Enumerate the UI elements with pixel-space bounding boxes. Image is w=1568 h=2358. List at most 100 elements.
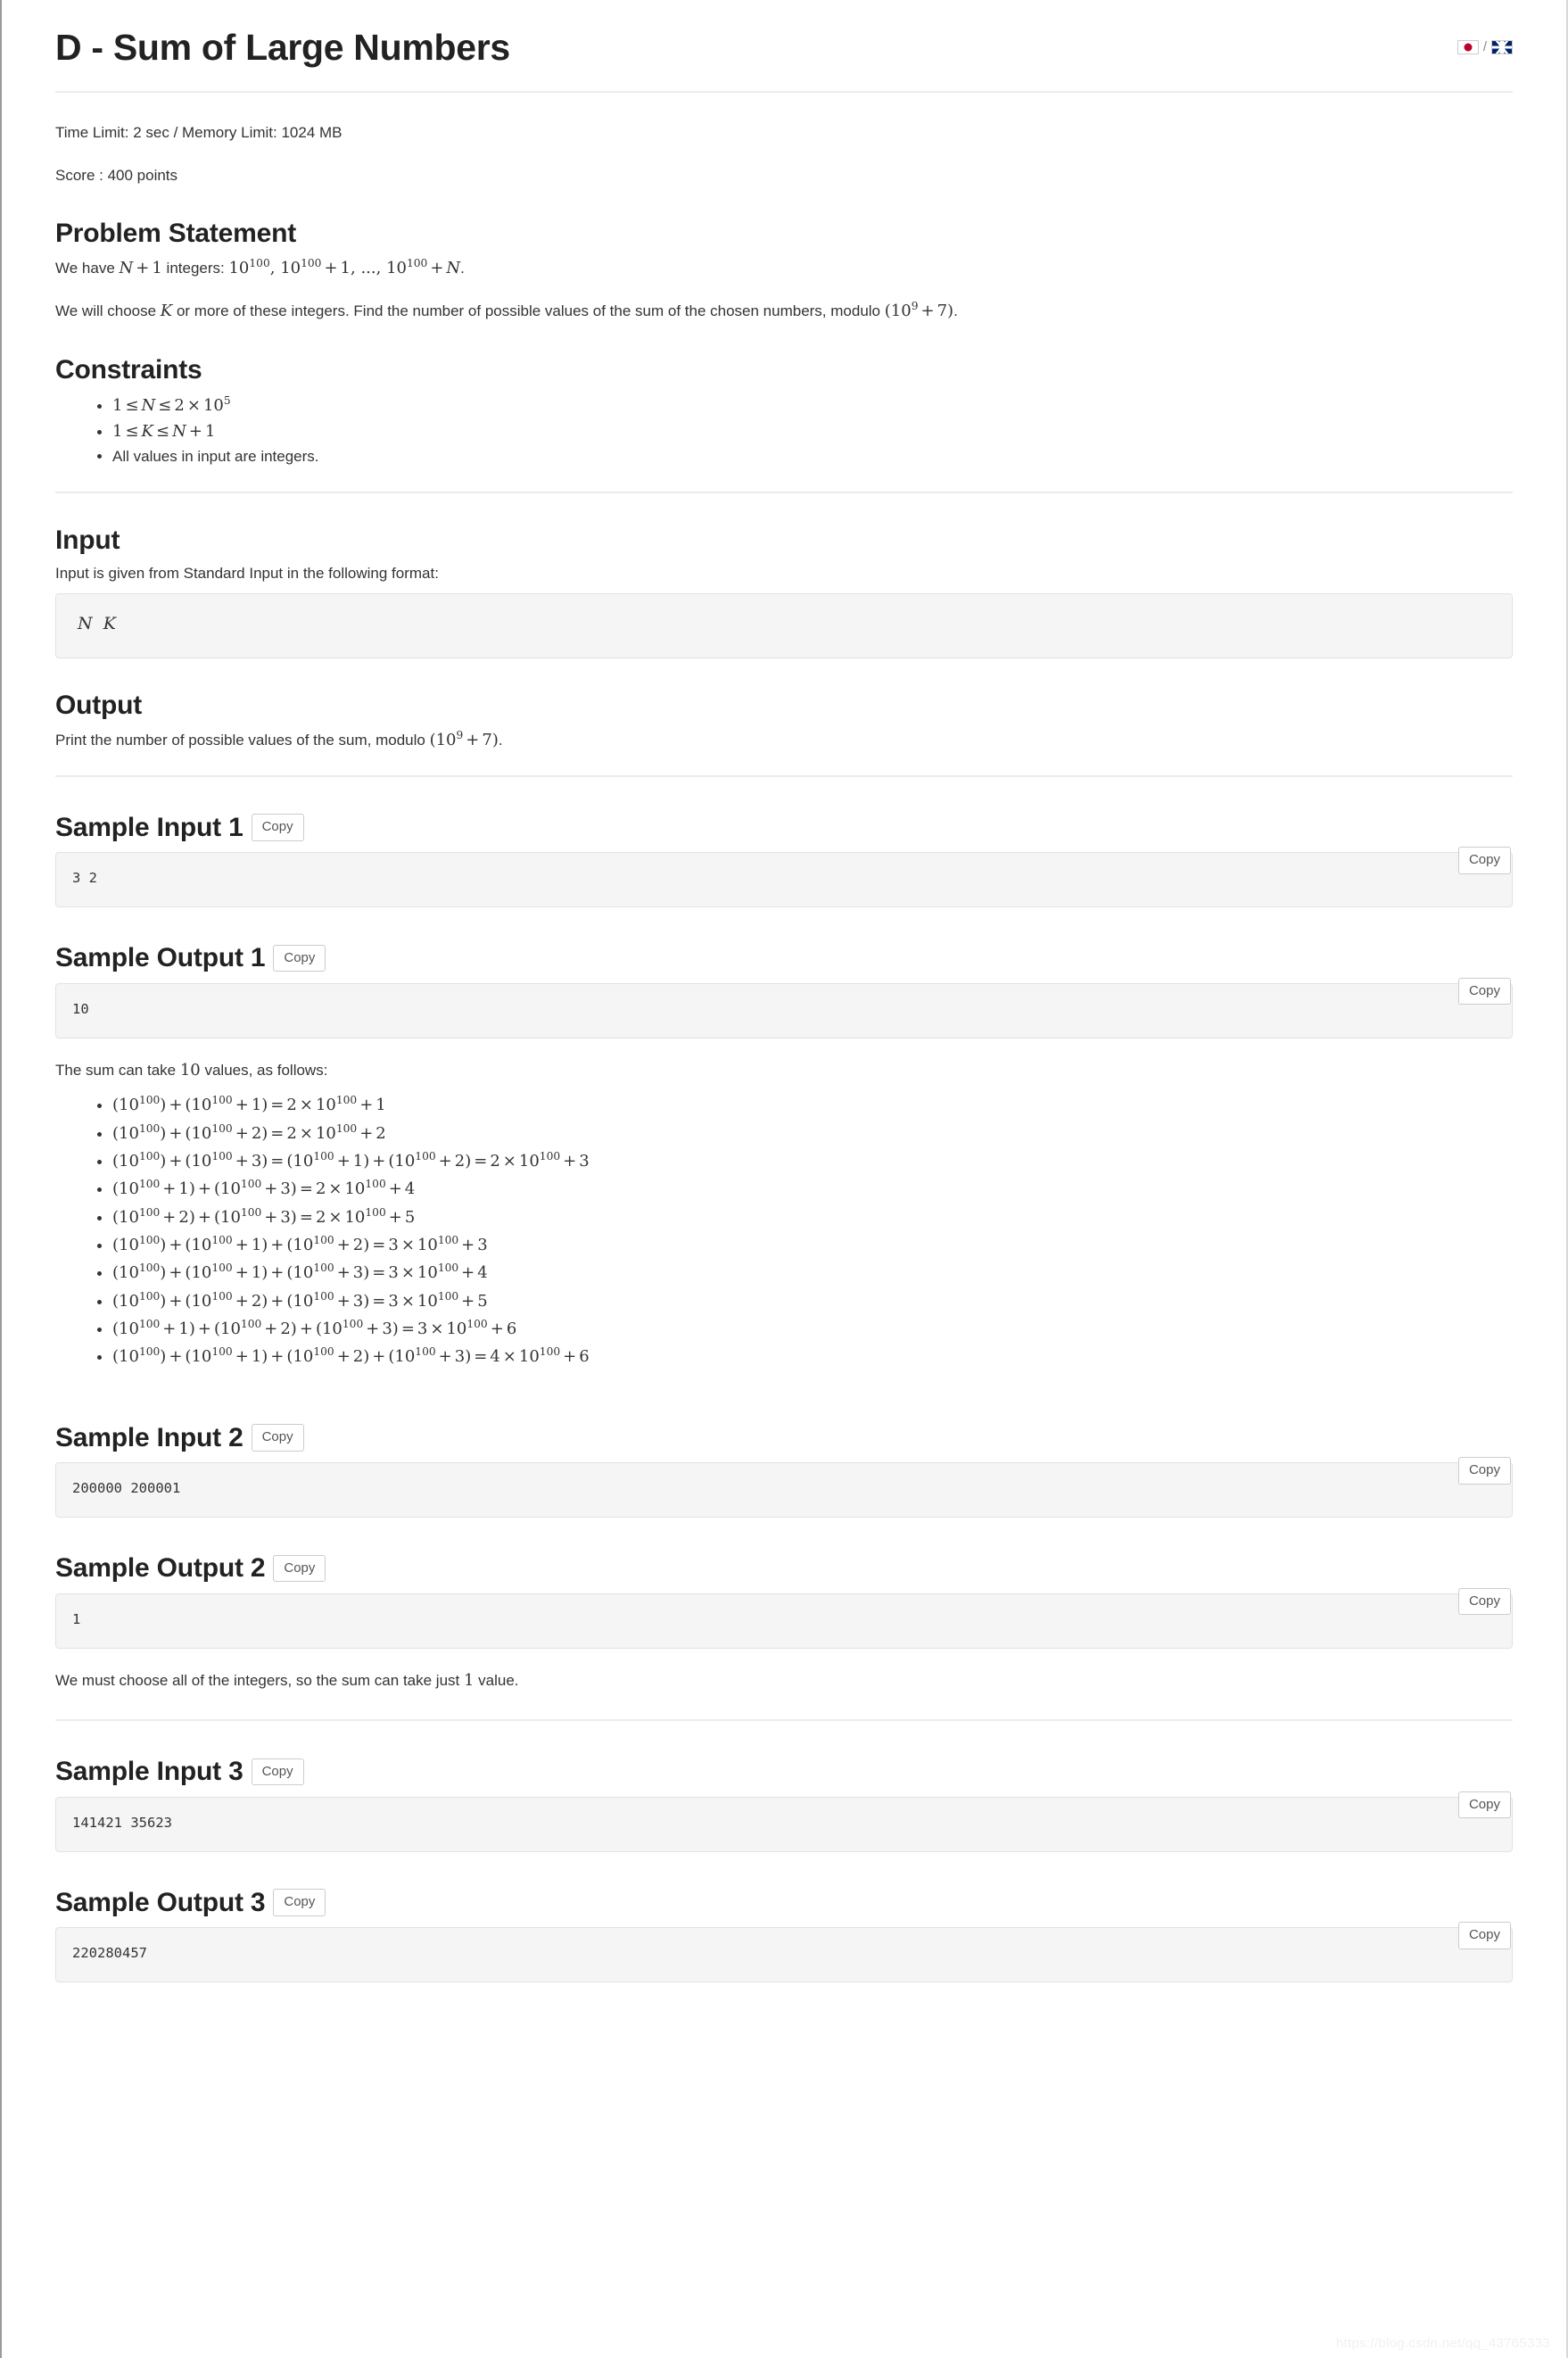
lang-separator: / xyxy=(1482,39,1487,54)
ps2-math-k: K xyxy=(160,301,173,320)
equation-item: (10100)+(10100+2)+(10100+3)=3×10100+5 xyxy=(112,1287,1513,1315)
copy-overlay-sample-input-3-button[interactable]: Copy xyxy=(1457,1791,1511,1819)
sample-output-2-label: Sample Output 2 xyxy=(55,1553,266,1584)
ps-math-n-plus-1: N +1 xyxy=(119,258,162,277)
ps-math-sequence: 10100, 10100 +1, ..., 10100 + N xyxy=(228,256,461,277)
sample-input-3-block: 141421 35623 Copy xyxy=(55,1791,1513,1852)
output-math-modulo: (109 +7) xyxy=(429,728,499,749)
copy-overlay-sample-input-2-button[interactable]: Copy xyxy=(1457,1457,1511,1485)
exp1-count: 10 xyxy=(179,1060,201,1080)
constraints-heading: Constraints xyxy=(55,355,202,385)
sample-input-1-heading: Sample Input 1 Copy xyxy=(55,811,1513,845)
input-format-code: N K xyxy=(55,592,1513,659)
ps-text-1: We have xyxy=(55,259,120,277)
sample-input-3-code: 141421 35623 xyxy=(55,1796,1513,1852)
equation-item: (10100)+(10100+2)=2×10100+2 xyxy=(112,1120,1513,1147)
copy-sample-output-2-button[interactable]: Copy xyxy=(273,1554,326,1583)
equation-item: (10100)+(10100+1)+(10100+3)=3×10100+4 xyxy=(112,1259,1513,1287)
sample-1-explanation: The sum can take 10 values, as follows: xyxy=(55,1058,1513,1083)
constraint-item-3: All values in input are integers. xyxy=(112,444,1513,469)
output-text-1: Print the number of possible values of t… xyxy=(55,731,430,749)
output-text-2: . xyxy=(498,731,503,749)
sample-2-divider xyxy=(55,1719,1513,1722)
exp2-text-1: We must choose all of the integers, so t… xyxy=(55,1671,464,1689)
sample-input-2-code: 200000 200001 xyxy=(55,1462,1513,1518)
copy-overlay-sample-output-3-button[interactable]: Copy xyxy=(1457,1922,1511,1949)
equation-item: (10100)+(10100+1)+(10100+2)+(10100+3)=4×… xyxy=(112,1343,1513,1370)
input-format-n: N xyxy=(78,613,93,633)
input-format-block: N K xyxy=(55,592,1513,659)
constraints-list: 1≤N≤2×105 1≤K≤N+1 All values in input ar… xyxy=(55,393,1513,469)
ps2-text-2: or more of these integers. Find the numb… xyxy=(172,302,885,319)
exp2-count: 1 xyxy=(463,1670,475,1690)
copy-overlay-sample-output-1-button[interactable]: Copy xyxy=(1457,977,1511,1005)
input-heading: Input xyxy=(55,525,120,555)
equation-list: (10100)+(10100+1)=2×10100+1(10100)+(1010… xyxy=(55,1091,1513,1370)
copy-sample-output-1-button[interactable]: Copy xyxy=(273,944,326,972)
output-description: Print the number of possible values of t… xyxy=(55,728,1513,753)
ps2-math-modulo: (109 +7) xyxy=(884,299,954,320)
constraint-math-n-range: 1 ≤ N ≤2 × 105 xyxy=(112,393,231,415)
sample-2-explanation: We must choose all of the integers, so t… xyxy=(55,1668,1513,1693)
sample-input-1-label: Sample Input 1 xyxy=(55,812,243,842)
copy-overlay-sample-input-1-button[interactable]: Copy xyxy=(1457,847,1511,874)
sample-output-2-block: 1 Copy xyxy=(55,1587,1513,1649)
ps2-text-3: . xyxy=(953,302,958,319)
sample-output-1-block: 10 Copy xyxy=(55,977,1513,1038)
sample-output-1-heading: Sample Output 1 Copy xyxy=(55,941,1513,975)
sample-output-2-code: 1 xyxy=(55,1593,1513,1649)
equation-item: (10100+1)+(10100+2)+(10100+3)=3×10100+6 xyxy=(112,1315,1513,1343)
sample-output-2-heading: Sample Output 2 Copy xyxy=(55,1551,1513,1585)
sample-input-2-block: 200000 200001 Copy xyxy=(55,1457,1513,1518)
equation-item: (10100+2)+(10100+3)=2×10100+5 xyxy=(112,1204,1513,1231)
problem-page: D - Sum of Large Numbers / Time Limit: 2… xyxy=(2,0,1566,2009)
constraints-divider xyxy=(55,491,1513,493)
sample-input-2-heading: Sample Input 2 Copy xyxy=(55,1421,1513,1455)
exp1-text-2: values, as follows: xyxy=(200,1061,328,1079)
copy-overlay-sample-output-2-button[interactable]: Copy xyxy=(1457,1587,1511,1616)
flag-uk-icon[interactable] xyxy=(1491,39,1513,54)
problem-statement-para-1: We have N +1 integers: 10100, 10100 +1, ..… xyxy=(55,256,1513,281)
copy-sample-input-3-button[interactable]: Copy xyxy=(251,1758,304,1786)
flag-japan-icon[interactable] xyxy=(1457,39,1479,54)
input-format-k: K xyxy=(103,613,116,633)
exp2-text-2: value. xyxy=(474,1671,519,1689)
equation-item: (10100)+(10100+1)=2×10100+1 xyxy=(112,1091,1513,1119)
watermark: https://blog.csdn.net/qq_43765333 xyxy=(1335,2336,1550,2351)
problem-statement-heading: Problem Statement xyxy=(55,219,296,249)
sample-input-1-code: 3 2 xyxy=(55,852,1513,908)
constraint-item-2: 1≤K≤N+1 xyxy=(112,418,1513,444)
exp1-text-1: The sum can take xyxy=(55,1061,180,1079)
output-heading: Output xyxy=(55,691,143,721)
sample-output-3-block: 220280457 Copy xyxy=(55,1922,1513,1983)
sample-output-1-code: 10 xyxy=(55,982,1513,1038)
ps-text-2: integers: xyxy=(161,259,229,277)
ps2-text-1: We will choose xyxy=(55,302,161,319)
copy-sample-input-2-button[interactable]: Copy xyxy=(251,1424,304,1452)
score-text: Score : 400 points xyxy=(55,166,178,184)
equation-item: (10100)+(10100+3)=(10100+1)+(10100+2)=2×… xyxy=(112,1147,1513,1175)
equation-item: (10100)+(10100+1)+(10100+2)=3×10100+3 xyxy=(112,1231,1513,1259)
sample-input-1-block: 3 2 Copy xyxy=(55,847,1513,908)
sample-output-3-code: 220280457 xyxy=(55,1927,1513,1983)
language-switcher[interactable]: / xyxy=(1457,27,1513,54)
problem-statement-para-2: We will choose K or more of these intege… xyxy=(55,299,1513,324)
sample-input-3-heading: Sample Input 3 Copy xyxy=(55,1755,1513,1789)
sample-input-3-label: Sample Input 3 xyxy=(55,1757,243,1787)
output-divider xyxy=(55,774,1513,777)
page-title: D - Sum of Large Numbers xyxy=(55,27,510,68)
sample-output-3-label: Sample Output 3 xyxy=(55,1887,266,1917)
page-header: D - Sum of Large Numbers / xyxy=(55,0,1513,69)
ps-text-3: . xyxy=(460,259,465,277)
constraint-item-1: 1≤N≤2×105 xyxy=(112,393,1513,418)
sample-output-3-heading: Sample Output 3 Copy xyxy=(55,1886,1513,1920)
equation-item: (10100+1)+(10100+3)=2×10100+4 xyxy=(112,1175,1513,1203)
copy-sample-output-3-button[interactable]: Copy xyxy=(273,1889,326,1916)
header-divider xyxy=(55,91,1513,94)
copy-sample-input-1-button[interactable]: Copy xyxy=(251,814,304,841)
sample-input-2-label: Sample Input 2 xyxy=(55,1422,243,1452)
input-description: Input is given from Standard Input in th… xyxy=(55,565,439,583)
sample-output-1-label: Sample Output 1 xyxy=(55,943,266,973)
